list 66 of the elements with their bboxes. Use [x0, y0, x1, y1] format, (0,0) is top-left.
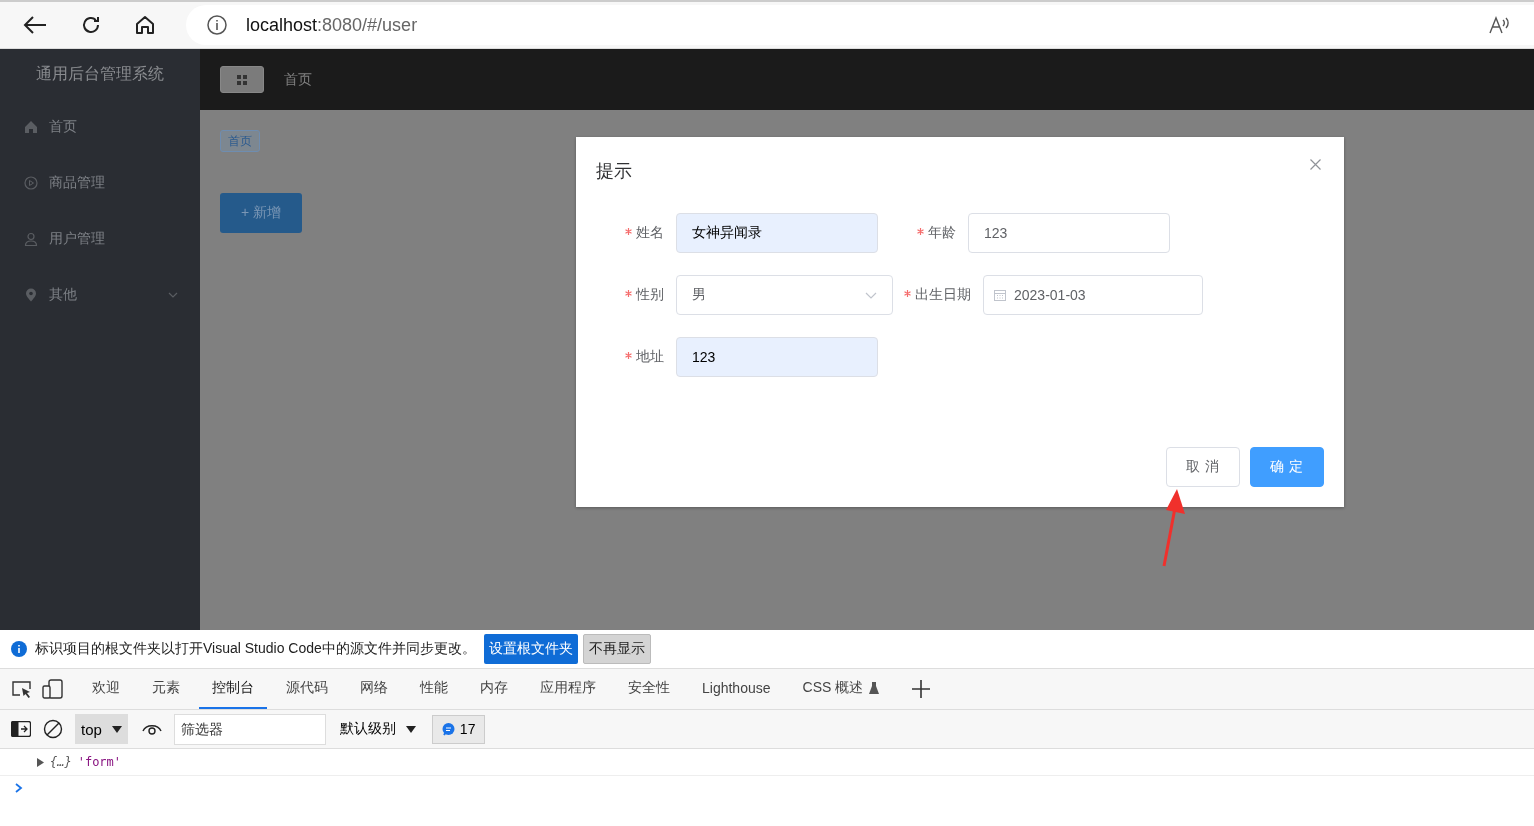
user-icon	[24, 232, 38, 246]
devtools-tab[interactable]: 网络	[347, 669, 401, 709]
devtools-tab[interactable]: 源代码	[273, 669, 341, 709]
app-title: 通用后台管理系统	[35, 63, 165, 84]
info-icon[interactable]	[206, 14, 228, 36]
home-icon[interactable]	[134, 14, 156, 36]
notice-text: 标识项目的根文件夹以打开Visual Studio Code中的源文件并同步更改。	[35, 640, 476, 658]
clear-icon[interactable]	[43, 719, 63, 739]
console-string: 'form'	[77, 755, 122, 769]
devtools-tab[interactable]: 应用程序	[527, 669, 609, 709]
console-object: {…}	[50, 755, 72, 769]
eye-icon[interactable]	[141, 722, 162, 736]
address-bar[interactable]: localhost:8080/#/user	[186, 5, 1534, 45]
grid-icon	[237, 74, 247, 85]
context-dropdown[interactable]: top	[75, 714, 128, 744]
level-dropdown[interactable]: 默认级别	[333, 719, 422, 739]
location-pin-icon	[24, 288, 38, 302]
select-field[interactable]: 男	[676, 275, 893, 315]
home-icon	[24, 120, 38, 134]
dismiss-button[interactable]: 不再显示	[582, 634, 651, 664]
devtools-tab[interactable]: 内存	[467, 669, 521, 709]
url-text: localhost:8080/#/user	[246, 14, 419, 36]
message-icon	[441, 722, 455, 736]
expand-triangle-icon[interactable]	[37, 757, 44, 767]
info-icon	[11, 641, 27, 657]
field-label: 姓名	[596, 224, 676, 242]
breadcrumb[interactable]: 首页	[284, 70, 312, 89]
devtools-tab[interactable]: 欢迎	[79, 669, 133, 709]
close-icon[interactable]	[1310, 159, 1321, 170]
menu-item[interactable]: 商品管理	[0, 155, 200, 211]
menu-item[interactable]: 用户管理	[0, 211, 200, 267]
devtools-tab[interactable]: 元素	[139, 669, 193, 709]
dialog-title: 提示	[596, 160, 632, 183]
field-label: 出生日期	[903, 286, 983, 304]
devtools-tab[interactable]: Lighthouse	[689, 669, 784, 709]
set-root-folder-button[interactable]: 设置根文件夹	[483, 634, 578, 664]
caret-down-icon	[111, 725, 122, 733]
input-field[interactable]: 123	[968, 213, 1170, 253]
devtools-tab[interactable]: 性能	[407, 669, 461, 709]
field-label: 地址	[596, 348, 676, 366]
devtools-tab[interactable]: 安全性	[615, 669, 683, 709]
field-label: 性别	[596, 286, 676, 304]
chevron-down-icon	[168, 292, 178, 298]
cancel-button[interactable]: 取 消	[1166, 447, 1240, 487]
calendar-icon	[994, 289, 1006, 301]
sidebar-icon[interactable]	[11, 721, 31, 737]
menu-item[interactable]: 其他	[0, 267, 200, 323]
prompt-chevron-icon[interactable]	[15, 783, 23, 793]
play-circle-icon	[24, 176, 38, 190]
device-icon[interactable]	[42, 679, 64, 699]
devtools-tab[interactable]: CSS 概述	[789, 669, 893, 709]
message-count-button[interactable]: 17	[431, 714, 486, 744]
date-field[interactable]: 2023-01-03	[983, 275, 1203, 315]
filter-field[interactable]: 筛选器	[173, 713, 326, 745]
back-icon[interactable]	[22, 15, 48, 35]
read-aloud-icon[interactable]	[1488, 15, 1510, 35]
reload-icon[interactable]	[80, 14, 102, 36]
inspect-icon[interactable]	[11, 680, 33, 698]
caret-down-icon	[405, 725, 416, 733]
input-field[interactable]: 女神异闻录	[676, 213, 878, 253]
input-field[interactable]: 123	[676, 337, 878, 377]
menu-item[interactable]: 首页	[0, 99, 200, 155]
chevron-down-icon	[865, 291, 877, 299]
add-tab-icon[interactable]	[912, 680, 931, 698]
menu-toggle-button[interactable]	[220, 66, 264, 93]
field-label: 年龄	[888, 224, 968, 242]
